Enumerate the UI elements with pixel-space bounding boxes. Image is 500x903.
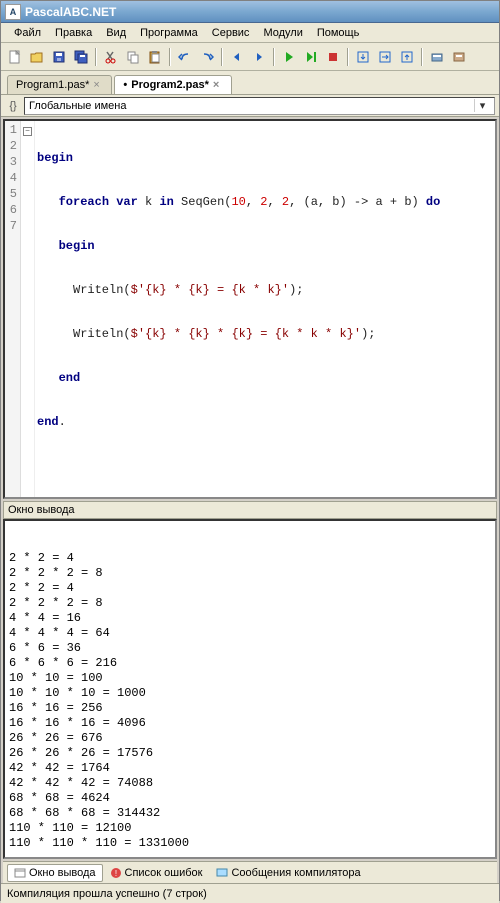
window-title: PascalABC.NET — [25, 5, 116, 19]
close-icon[interactable]: × — [213, 79, 223, 91]
line-gutter: 1234567 — [5, 121, 21, 497]
new-file-button[interactable] — [5, 47, 25, 67]
step-out-button[interactable] — [397, 47, 417, 67]
status-bar: Компиляция прошла успешно (7 строк) — [1, 883, 499, 903]
separator — [169, 48, 171, 66]
close-icon[interactable]: × — [93, 79, 103, 91]
copy-button[interactable] — [123, 47, 143, 67]
menu-bar: Файл Правка Вид Программа Сервис Модули … — [1, 23, 499, 43]
code-editor[interactable]: 1234567 − begin foreach var k in SeqGen(… — [3, 119, 497, 499]
bottom-tabs: Окно вывода ! Список ошибок Сообщения ко… — [3, 861, 497, 883]
save-all-button[interactable] — [71, 47, 91, 67]
status-text: Компиляция прошла успешно (7 строк) — [7, 888, 207, 900]
stop-button[interactable] — [323, 47, 343, 67]
fold-toggle[interactable]: − — [23, 127, 32, 136]
separator — [347, 48, 349, 66]
toolbar — [1, 43, 499, 71]
save-button[interactable] — [49, 47, 69, 67]
separator — [221, 48, 223, 66]
tab-label: Program1.pas* — [16, 79, 89, 91]
messages-icon — [216, 867, 228, 879]
separator — [421, 48, 423, 66]
tab-program2[interactable]: • Program2.pas* × — [114, 75, 232, 94]
chevron-down-icon: ▾ — [474, 99, 490, 112]
output-panel[interactable]: 2 * 2 = 42 * 2 * 2 = 82 * 2 = 42 * 2 * 2… — [3, 519, 497, 859]
nav-back-button[interactable] — [227, 47, 247, 67]
build-button[interactable] — [449, 47, 469, 67]
modified-dot: • — [123, 79, 127, 91]
svg-text:!: ! — [114, 869, 116, 878]
compile-button[interactable] — [427, 47, 447, 67]
editor-tabs: Program1.pas* × • Program2.pas* × — [1, 71, 499, 95]
run-noargs-button[interactable] — [301, 47, 321, 67]
menu-modules[interactable]: Модули — [256, 25, 309, 41]
step-over-button[interactable] — [375, 47, 395, 67]
code-area[interactable]: begin foreach var k in SeqGen(10, 2, 2, … — [35, 121, 495, 497]
menu-edit[interactable]: Правка — [48, 25, 99, 41]
separator — [95, 48, 97, 66]
step-into-button[interactable] — [353, 47, 373, 67]
menu-service[interactable]: Сервис — [205, 25, 257, 41]
output-panel-title: Окно вывода — [3, 501, 497, 519]
redo-button[interactable] — [197, 47, 217, 67]
fold-gutter: − — [21, 121, 35, 497]
tab-program1[interactable]: Program1.pas* × — [7, 75, 112, 94]
menu-file[interactable]: Файл — [7, 25, 48, 41]
app-icon: A — [5, 4, 21, 20]
bottom-tab-errors[interactable]: ! Список ошибок — [103, 864, 210, 882]
run-button[interactable] — [279, 47, 299, 67]
cut-button[interactable] — [101, 47, 121, 67]
bottom-tab-messages[interactable]: Сообщения компилятора — [209, 864, 367, 882]
errors-icon: ! — [110, 867, 122, 879]
tab-label: Program2.pas* — [131, 79, 209, 91]
paste-button[interactable] — [145, 47, 165, 67]
output-icon — [14, 867, 26, 879]
scope-dropdown[interactable]: Глобальные имена ▾ — [24, 97, 495, 115]
separator — [273, 48, 275, 66]
menu-view[interactable]: Вид — [99, 25, 133, 41]
nav-forward-button[interactable] — [249, 47, 269, 67]
menu-help[interactable]: Помощь — [310, 25, 367, 41]
scope-bar: {} Глобальные имена ▾ — [1, 95, 499, 117]
menu-program[interactable]: Программа — [133, 25, 205, 41]
title-bar: A PascalABC.NET — [1, 1, 499, 23]
scope-label: Глобальные имена — [29, 100, 127, 112]
open-file-button[interactable] — [27, 47, 47, 67]
scope-icon: {} — [5, 98, 21, 114]
bottom-tab-output[interactable]: Окно вывода — [7, 864, 103, 882]
undo-button[interactable] — [175, 47, 195, 67]
